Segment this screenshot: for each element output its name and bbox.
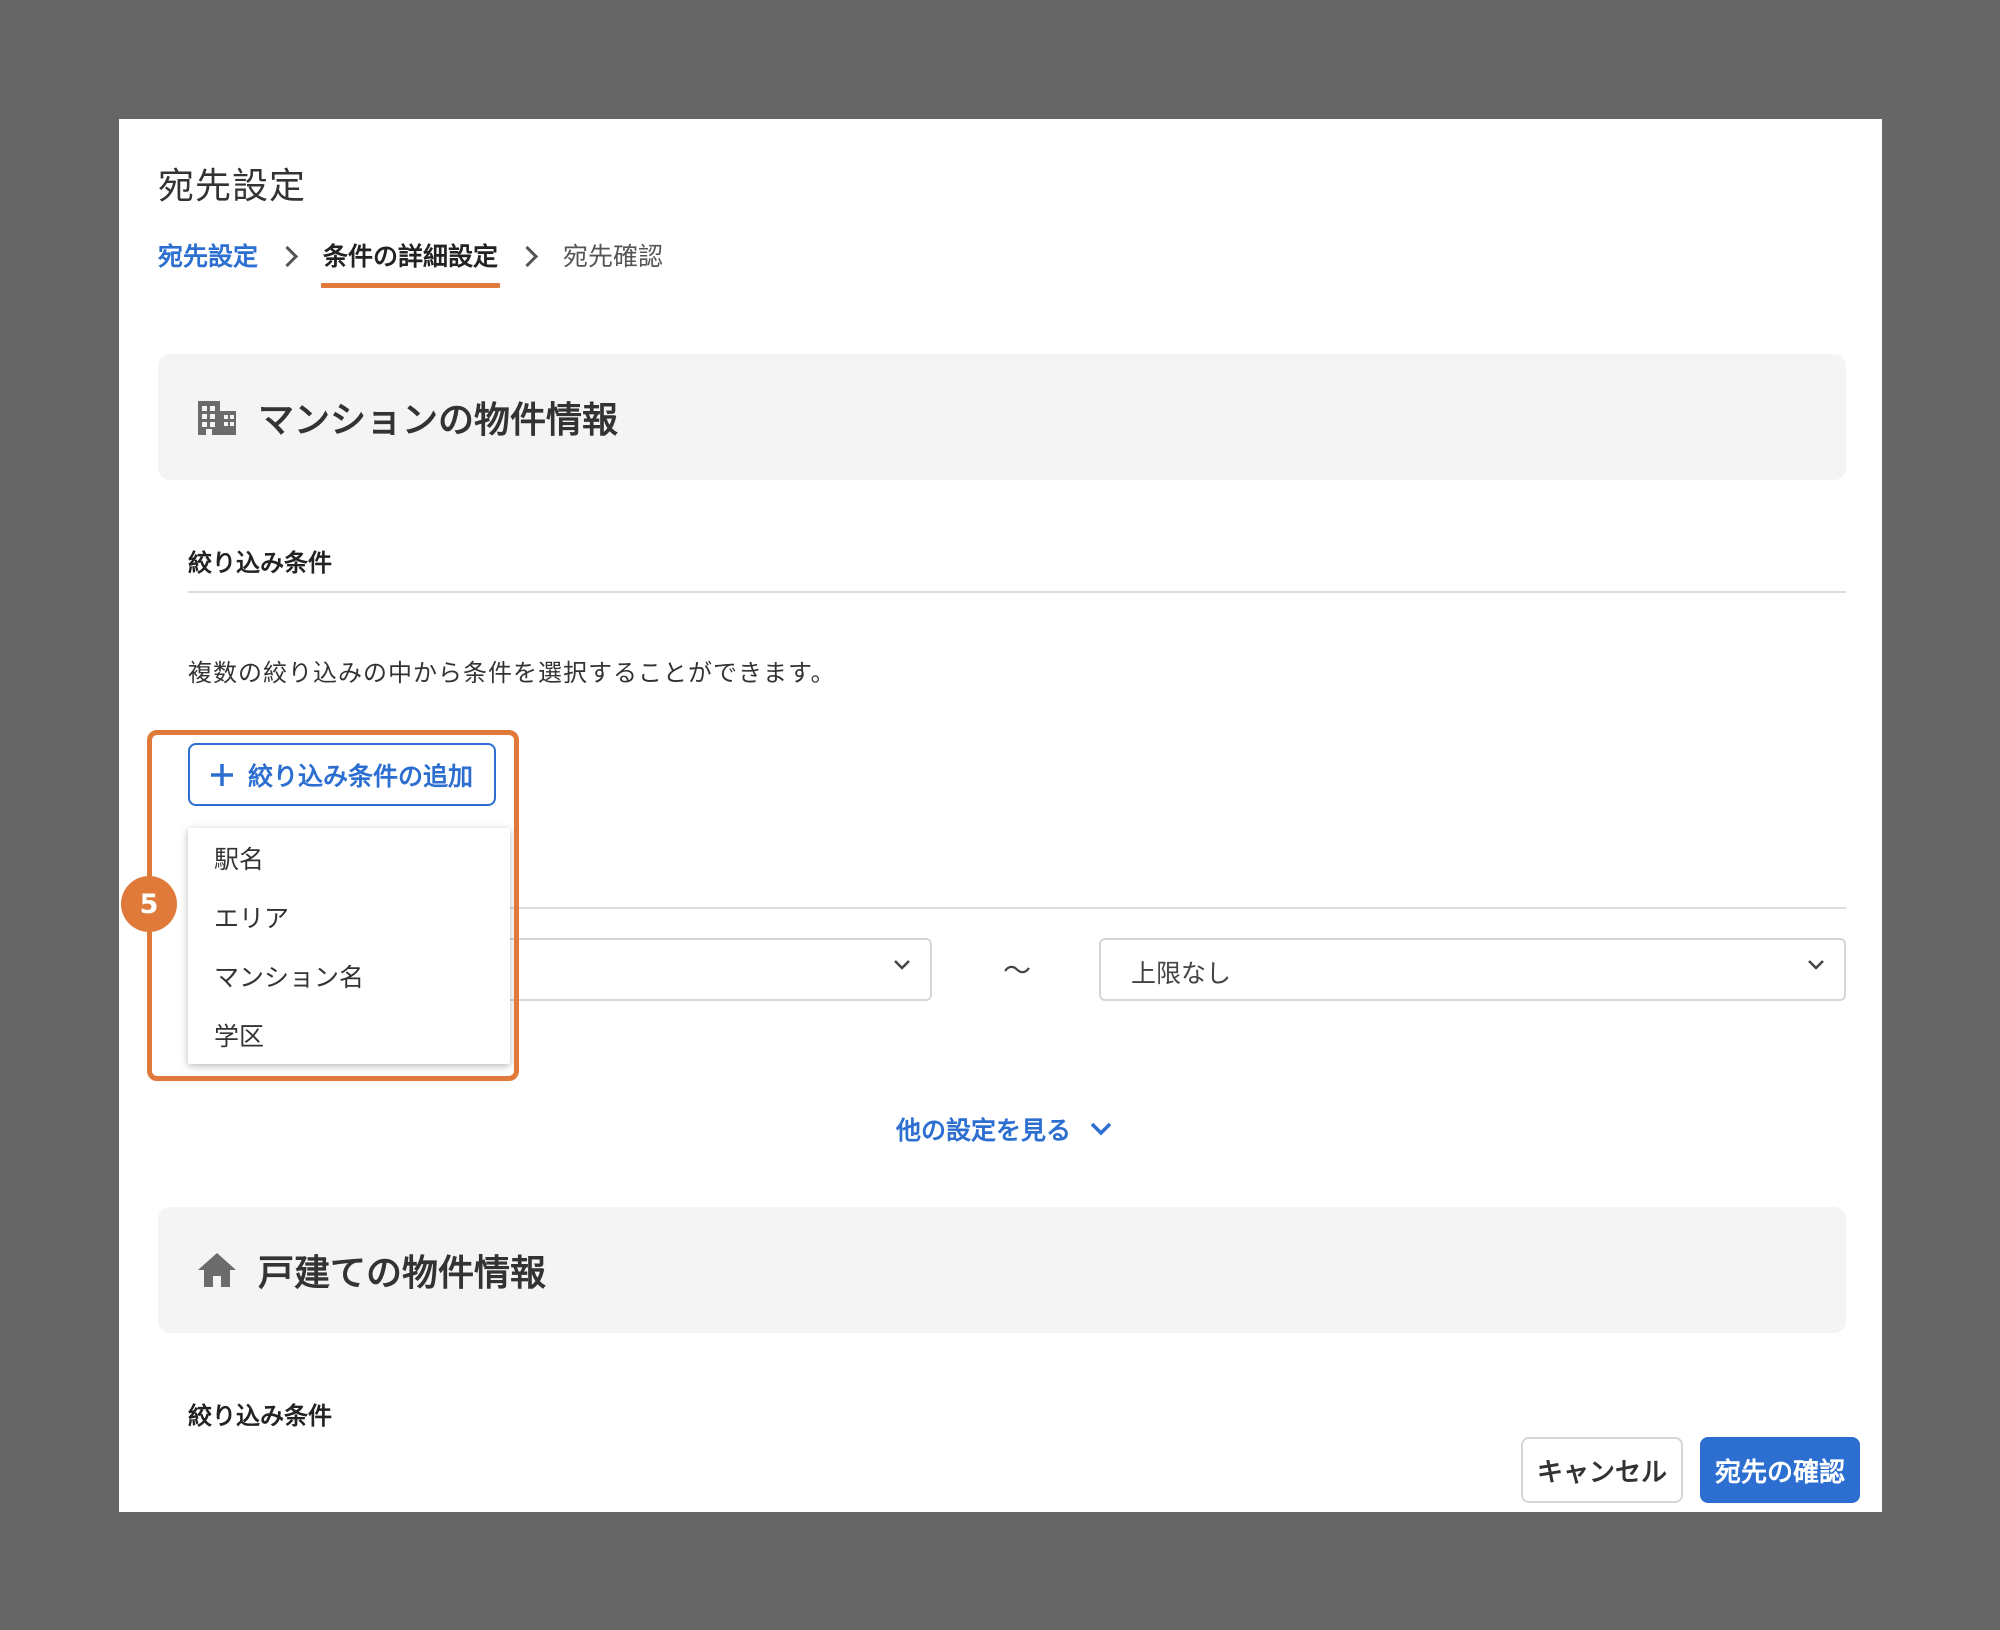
chevron-right-icon — [516, 245, 539, 267]
more-settings-label: 他の設定を見る — [896, 1116, 1072, 1145]
more-settings-link[interactable]: 他の設定を見る — [896, 1111, 1113, 1147]
breadcrumb-step-confirm: 宛先確認 — [563, 242, 664, 271]
breadcrumb-step-detail-conditions: 条件の詳細設定 — [321, 237, 501, 288]
annotation-highlight-box — [147, 730, 519, 1081]
filter-description: 複数の絞り込みの中から条件を選択することができます。 — [188, 659, 836, 687]
chevron-down-icon — [892, 958, 912, 972]
mansion-section-title: マンションの物件情報 — [258, 400, 619, 441]
mansion-section-header: マンションの物件情報 — [158, 354, 1846, 480]
breadcrumb-step-destination[interactable]: 宛先設定 — [158, 237, 258, 279]
house-icon — [196, 1251, 238, 1289]
cancel-button[interactable]: キャンセル — [1521, 1437, 1683, 1503]
mansion-filter-heading: 絞り込み条件 — [188, 549, 332, 577]
building-icon — [196, 397, 238, 437]
mansion-filter-divider — [188, 591, 1846, 593]
range-max-select[interactable]: 上限なし — [1099, 938, 1846, 1001]
confirm-destination-button[interactable]: 宛先の確認 — [1700, 1437, 1860, 1503]
house-section-title: 戸建ての物件情報 — [258, 1253, 547, 1294]
modal-title: 宛先設定 — [158, 166, 307, 207]
range-separator: 〜 — [1003, 954, 1032, 987]
chevron-right-icon — [276, 245, 299, 267]
breadcrumb: 宛先設定 条件の詳細設定 宛先確認 — [158, 237, 664, 288]
house-filter-heading: 絞り込み条件 — [188, 1402, 332, 1430]
chevron-down-icon — [1089, 1121, 1113, 1137]
chevron-down-icon — [1806, 958, 1826, 972]
house-section-header: 戸建ての物件情報 — [158, 1207, 1846, 1333]
annotation-step-badge: 5 — [121, 876, 177, 932]
destination-settings-modal: 宛先設定 宛先設定 条件の詳細設定 宛先確認 マンションの物件情報 絞り込み条件… — [119, 119, 1882, 1512]
range-max-value: 上限なし — [1131, 959, 1232, 988]
